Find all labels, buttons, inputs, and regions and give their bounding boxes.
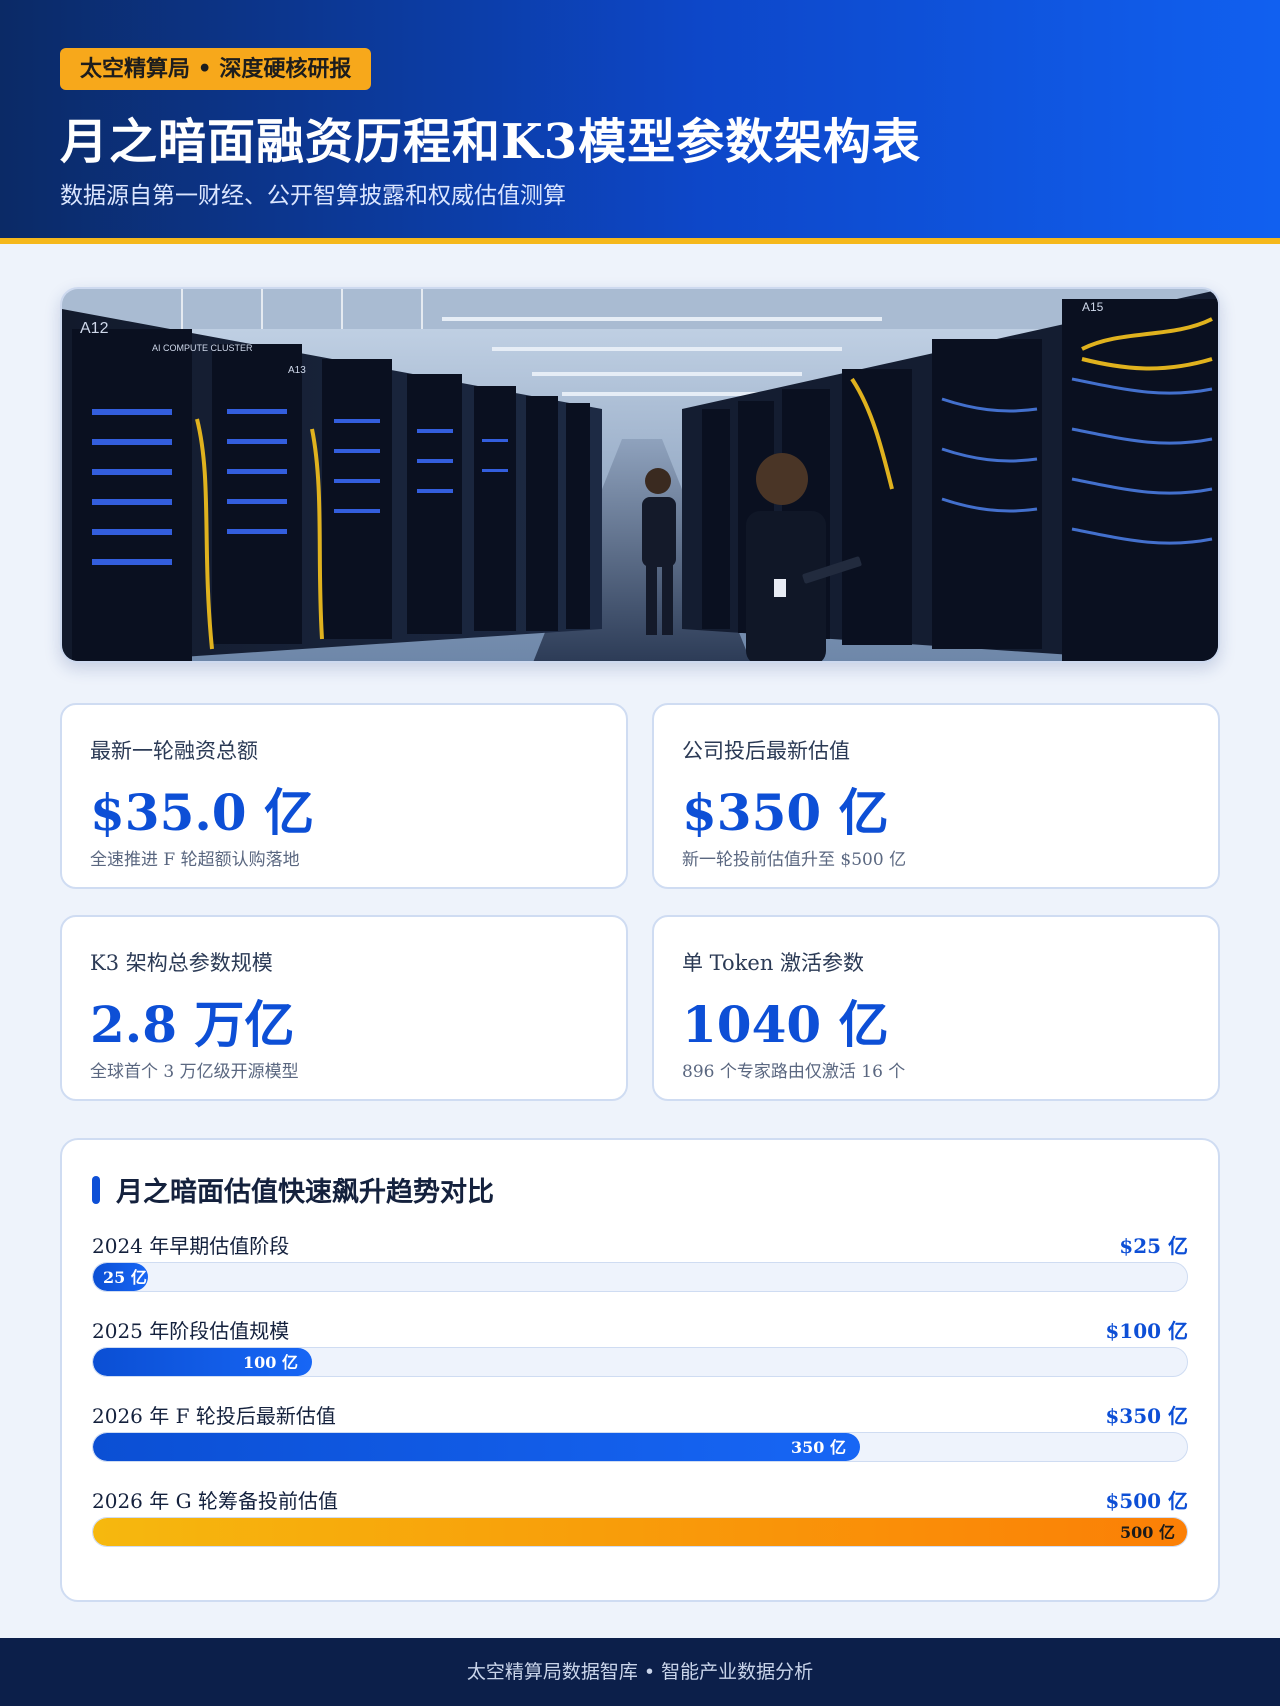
rack-label-a15: A15 <box>1082 300 1104 314</box>
bar-category-label: 2026 年 F 轮投后最新估值 <box>92 1404 336 1428</box>
footer: 太空精算局数据智库 • 智能产业数据分析 <box>0 1638 1280 1706</box>
datacenter-illustration: A12 AI COMPUTE CLUSTER A13 A15 <box>62 289 1218 661</box>
bar-category-label: 2025 年阶段估值规模 <box>92 1319 290 1343</box>
bar-inner-label: 350 亿 <box>791 1438 846 1457</box>
bar-track: 500 亿 <box>92 1517 1188 1547</box>
bar-track: 100 亿 <box>92 1347 1188 1377</box>
bar <box>93 1518 1187 1546</box>
chart-title: 月之暗面估值快速飙升趋势对比 <box>116 1177 494 1208</box>
bar-track: 350 亿 <box>92 1432 1188 1462</box>
rack-label-cluster: AI COMPUTE CLUSTER <box>152 343 253 353</box>
stat-value: $350 亿 <box>682 783 889 842</box>
hero-image: A12 AI COMPUTE CLUSTER A13 A15 <box>60 287 1220 663</box>
bar-value-label: $500 亿 <box>1105 1489 1188 1513</box>
bar <box>93 1433 860 1461</box>
stat-label: 单 Token 激活参数 <box>682 951 865 975</box>
bar-inner-label: 500 亿 <box>1120 1523 1175 1542</box>
bar-inner-label: 100 亿 <box>243 1353 298 1372</box>
rack-label-a12: A12 <box>80 320 109 337</box>
stat-note: 新一轮投前估值升至 $500 亿 <box>682 850 907 870</box>
stat-card-funding: 最新一轮融资总额 $35.0 亿 全速推进 F 轮超额认购落地 <box>60 703 628 889</box>
bar-value-label: $25 亿 <box>1119 1234 1188 1258</box>
brand-tag: 太空精算局 • 深度硬核研报 <box>60 48 372 90</box>
bar-category-label: 2024 年早期估值阶段 <box>92 1234 290 1258</box>
stat-label: 最新一轮融资总额 <box>90 739 258 763</box>
bar-value-label: $100 亿 <box>1105 1319 1188 1343</box>
stat-label: K3 架构总参数规模 <box>90 951 273 975</box>
stat-label: 公司投后最新估值 <box>682 739 850 763</box>
header-banner: 太空精算局 • 深度硬核研报 月之暗面融资历程和K3模型参数架构表 数据源自第一… <box>0 0 1280 244</box>
bar-category-label: 2026 年 G 轮筹备投前估值 <box>92 1489 338 1513</box>
page-title: 月之暗面融资历程和K3模型参数架构表 <box>60 114 922 170</box>
stat-value: 2.8 万亿 <box>90 995 295 1054</box>
bar-value-label: $350 亿 <box>1105 1404 1188 1428</box>
stat-card-active-params: 单 Token 激活参数 1040 亿 896 个专家路由仅激活 16 个 <box>652 915 1220 1101</box>
rack-label-a13: A13 <box>288 365 306 376</box>
bar-track: 25 亿 <box>92 1262 1188 1292</box>
stat-value: 1040 亿 <box>682 995 889 1054</box>
valuation-chart-panel: 月之暗面估值快速飙升趋势对比 2024 年早期估值阶段 $25 亿 25 亿 2025… <box>60 1138 1220 1602</box>
stat-card-valuation: 公司投后最新估值 $350 亿 新一轮投前估值升至 $500 亿 <box>652 703 1220 889</box>
page-subtitle: 数据源自第一财经、公开智算披露和权威估值测算 <box>60 183 566 209</box>
bar-inner-label: 25 亿 <box>103 1268 147 1287</box>
stat-value: $35.0 亿 <box>90 783 314 842</box>
section-accent-bar <box>92 1176 100 1204</box>
stat-note: 全球首个 3 万亿级开源模型 <box>90 1062 299 1082</box>
stat-card-parameters: K3 架构总参数规模 2.8 万亿 全球首个 3 万亿级开源模型 <box>60 915 628 1101</box>
stat-note: 全速推进 F 轮超额认购落地 <box>90 850 300 870</box>
stat-note: 896 个专家路由仅激活 16 个 <box>682 1062 906 1082</box>
